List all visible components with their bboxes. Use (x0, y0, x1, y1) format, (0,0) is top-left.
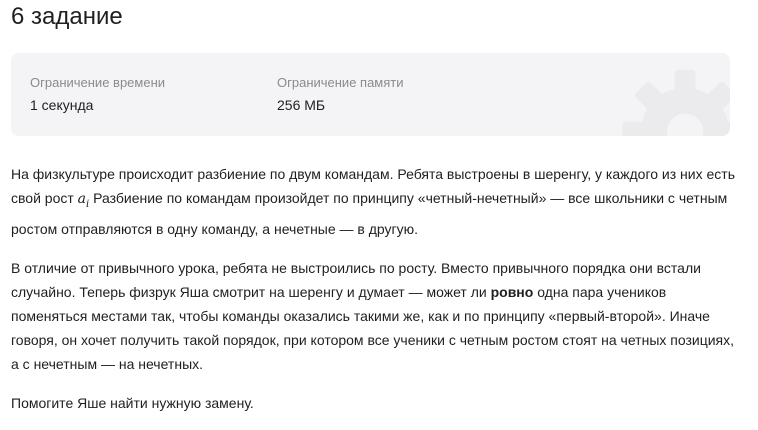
statement-p2-emphasis: ровно (490, 283, 534, 300)
statement-paragraph-3: Помогите Яше найти нужную замену. (11, 394, 254, 411)
gear-icon (622, 69, 730, 136)
math-var-letter: a (77, 191, 87, 207)
problem-statement: На физкультуре происходит разбиение по д… (11, 162, 736, 430)
memory-limit: Ограничение памяти 256 МБ (277, 75, 404, 114)
limits-card: Ограничение времени 1 секунда Ограничени… (11, 53, 730, 136)
page-title: 6 задание (11, 3, 123, 30)
math-variable-a-i: ai (77, 191, 90, 210)
statement-p1-text-after: Разбиение по командам произойдет по прин… (11, 190, 728, 237)
memory-limit-label: Ограничение памяти (277, 75, 404, 90)
time-limit-label: Ограничение времени (30, 75, 166, 90)
statement-paragraph-1: На физкультуре происходит разбиение по д… (11, 162, 736, 241)
memory-limit-value: 256 МБ (277, 97, 326, 113)
statement-paragraph-2: В отличие от привычного урока, ребята не… (11, 256, 736, 376)
time-limit: Ограничение времени 1 секунда (30, 75, 165, 114)
time-limit-value: 1 секунда (30, 97, 94, 113)
